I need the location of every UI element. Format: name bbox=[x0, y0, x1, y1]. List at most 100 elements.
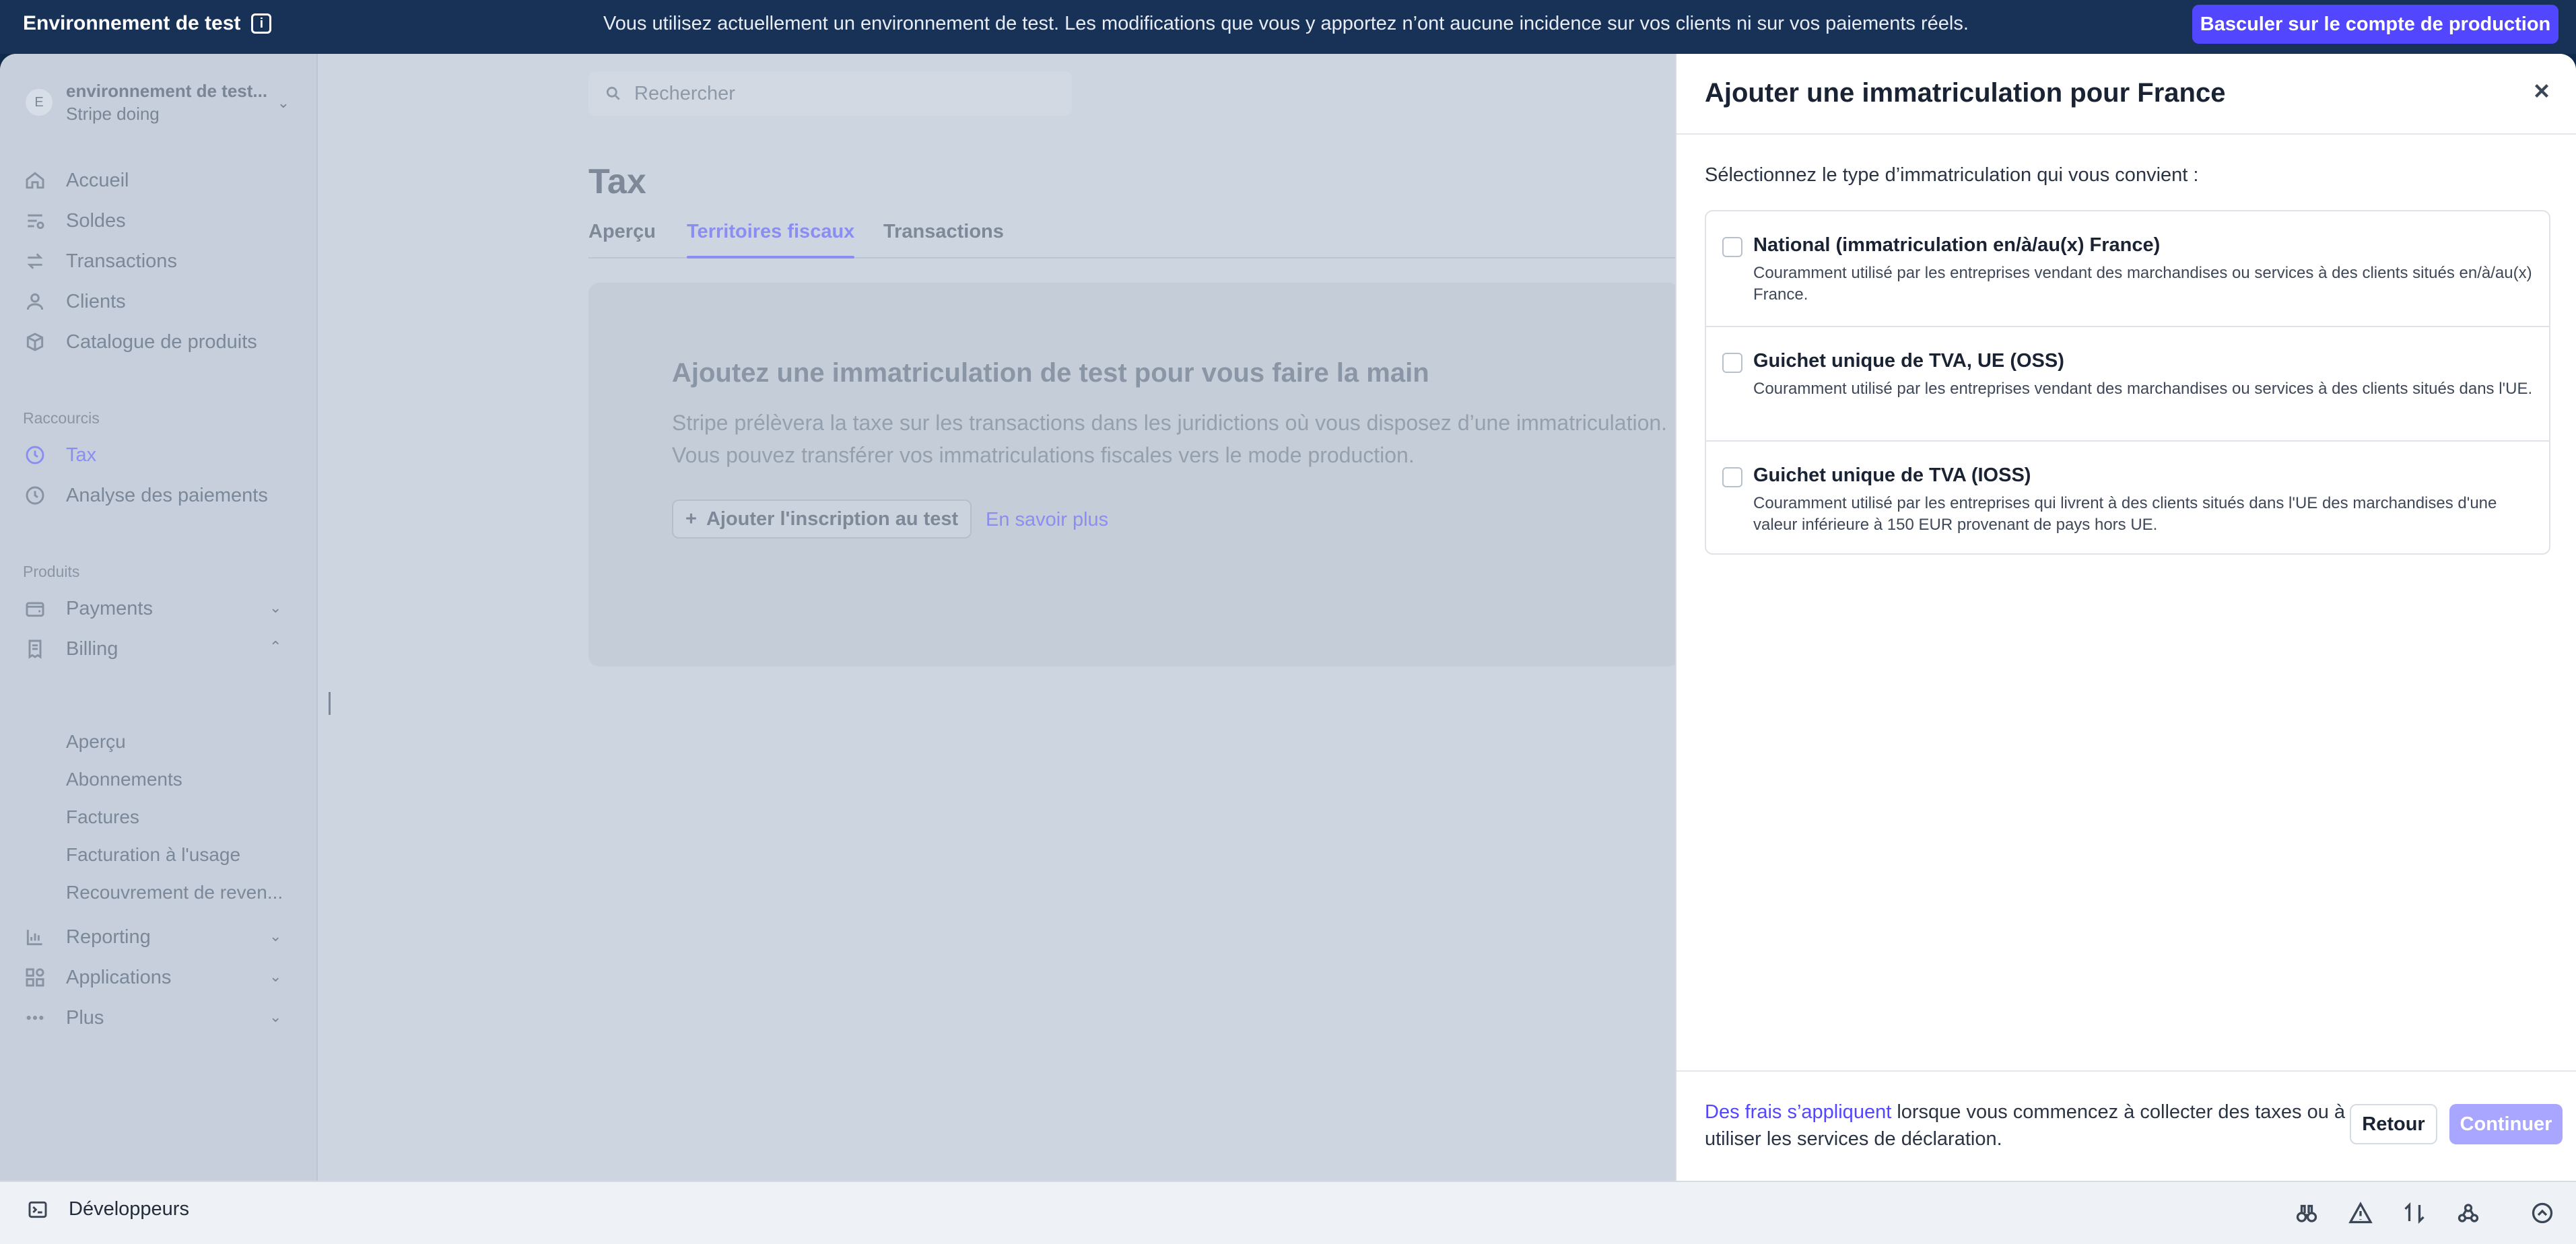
add-test-registration-label: Ajouter l'inscription au test bbox=[706, 508, 959, 530]
developers-label: Développeurs bbox=[69, 1198, 189, 1220]
expand-up-icon[interactable] bbox=[2530, 1201, 2554, 1225]
chevron-up-icon: ⌃ bbox=[269, 638, 282, 655]
sidebar-item-label: Analyse des paiements bbox=[66, 484, 268, 506]
developers-toggle[interactable]: Développeurs bbox=[27, 1198, 189, 1220]
account-subtitle: Stripe doing bbox=[66, 104, 160, 124]
sidebar-item-label: Tax bbox=[66, 444, 97, 466]
registration-type-options: National (immatriculation en/à/au(x) Fra… bbox=[1705, 210, 2550, 555]
sidebar-item-label: Applications bbox=[66, 966, 172, 988]
tab-apercu[interactable]: Aperçu bbox=[588, 221, 656, 243]
box-icon bbox=[23, 330, 47, 354]
drawer-title: Ajouter une immatriculation pour France bbox=[1705, 78, 2226, 108]
billing-sub-facturation-usage[interactable]: Facturation à l'usage bbox=[66, 844, 240, 866]
person-icon bbox=[23, 289, 47, 314]
terminal-icon bbox=[28, 1201, 47, 1218]
sidebar: E environnement de test... Stripe doing … bbox=[0, 54, 318, 1181]
apps-icon bbox=[23, 965, 47, 990]
search-icon bbox=[606, 86, 620, 100]
sidebar-item-applications[interactable]: Applications bbox=[23, 963, 171, 992]
tab-bar: Aperçu Territoires fiscaux Transactions bbox=[588, 221, 1679, 258]
clock-icon bbox=[23, 483, 47, 508]
sidebar-item-label: Accueil bbox=[66, 169, 129, 191]
chevron-down-icon: ⌄ bbox=[269, 928, 282, 944]
continue-button[interactable]: Continuer bbox=[2449, 1104, 2563, 1144]
sidebar-item-accueil[interactable]: Accueil bbox=[23, 166, 129, 195]
env-label: Environnement de test i bbox=[23, 0, 272, 47]
billing-sub-factures[interactable]: Factures bbox=[66, 806, 139, 828]
app-frame: E environnement de test... Stripe doing … bbox=[0, 54, 2576, 1244]
option-description: Couramment utilisé par les entreprises v… bbox=[1753, 264, 2532, 304]
env-label-text: Environnement de test bbox=[23, 12, 241, 34]
add-registration-drawer: Ajouter une immatriculation pour France … bbox=[1675, 54, 2576, 1181]
option-oss[interactable]: Guichet unique de TVA, UE (OSS) Couramme… bbox=[1706, 326, 2549, 440]
tab-transactions[interactable]: Transactions bbox=[883, 221, 1004, 243]
warning-icon[interactable] bbox=[2348, 1201, 2373, 1225]
sidebar-item-payments[interactable]: Payments bbox=[23, 594, 153, 623]
section-label-raccourcis: Raccourcis bbox=[23, 409, 100, 427]
section-label-produits: Produits bbox=[23, 563, 80, 580]
switch-to-production-button[interactable]: Basculer sur le compte de production bbox=[2192, 5, 2558, 44]
sidebar-item-label: Soldes bbox=[66, 209, 126, 232]
checkbox[interactable] bbox=[1722, 467, 1742, 487]
sidebar-item-label: Reporting bbox=[66, 926, 151, 948]
main-content: Rechercher Tax Aperçu Territoires fiscau… bbox=[318, 54, 1679, 1181]
sidebar-item-label: Billing bbox=[66, 637, 118, 660]
sidebar-item-label: Clients bbox=[66, 290, 126, 312]
chevron-down-icon: ⌄ bbox=[269, 599, 282, 616]
sort-arrows-icon[interactable] bbox=[2402, 1201, 2427, 1225]
clock-icon bbox=[23, 443, 47, 467]
billing-sub-recouvrement[interactable]: Recouvrement de reven... bbox=[66, 882, 283, 903]
checkbox[interactable] bbox=[1722, 353, 1742, 373]
sidebar-item-tax[interactable]: Tax bbox=[23, 440, 96, 470]
empty-state-card: Ajoutez une immatriculation de test pour… bbox=[588, 283, 1679, 666]
chevron-down-icon: ⌄ bbox=[269, 968, 282, 985]
add-test-registration-button[interactable]: + Ajouter l'inscription au test bbox=[672, 499, 972, 539]
drawer-header: Ajouter une immatriculation pour France bbox=[1676, 54, 2576, 135]
close-button[interactable] bbox=[2530, 79, 2557, 106]
sidebar-item-label: Transactions bbox=[66, 250, 177, 272]
billing-sub-apercu[interactable]: Aperçu bbox=[66, 731, 126, 753]
sidebar-item-label: Catalogue de produits bbox=[66, 331, 257, 353]
sidebar-item-soldes[interactable]: Soldes bbox=[23, 206, 126, 236]
fees-link[interactable]: Des frais s’appliquent bbox=[1705, 1101, 1891, 1123]
banner-message: Vous utilisez actuellement un environnem… bbox=[603, 12, 1969, 34]
sidebar-item-analyse-paiements[interactable]: Analyse des paiements bbox=[23, 481, 268, 510]
empty-state-heading: Ajoutez une immatriculation de test pour… bbox=[672, 358, 1429, 388]
webhook-icon[interactable] bbox=[2456, 1201, 2480, 1225]
drawer-footer: Des frais s’appliquent lorsque vous comm… bbox=[1676, 1070, 2576, 1181]
sidebar-item-label: Payments bbox=[66, 597, 153, 619]
chevron-down-icon: ⌄ bbox=[269, 1008, 282, 1025]
option-national[interactable]: National (immatriculation en/à/au(x) Fra… bbox=[1706, 211, 2549, 326]
checkbox[interactable] bbox=[1722, 237, 1742, 257]
back-button[interactable]: Retour bbox=[2350, 1104, 2437, 1144]
option-ioss[interactable]: Guichet unique de TVA (IOSS) Couramment … bbox=[1706, 440, 2549, 555]
chevron-down-icon: ⌄ bbox=[277, 94, 290, 111]
learn-more-link[interactable]: En savoir plus bbox=[986, 509, 1108, 531]
binoculars-icon[interactable] bbox=[2295, 1201, 2319, 1225]
test-environment-banner: Environnement de test i Vous utilisez ac… bbox=[0, 0, 2576, 54]
option-title: National (immatriculation en/à/au(x) Fra… bbox=[1753, 234, 2161, 256]
billing-sub-abonnements[interactable]: Abonnements bbox=[66, 769, 182, 790]
info-glyph: i bbox=[259, 15, 264, 31]
account-switcher[interactable]: E environnement de test... Stripe doing … bbox=[20, 74, 296, 128]
transactions-icon bbox=[23, 249, 47, 273]
sidebar-item-reporting[interactable]: Reporting bbox=[23, 922, 151, 952]
account-name: environnement de test... bbox=[66, 81, 268, 101]
info-icon[interactable]: i bbox=[251, 13, 272, 34]
fees-note: Des frais s’appliquent lorsque vous comm… bbox=[1705, 1099, 2351, 1152]
account-avatar: E bbox=[26, 89, 53, 116]
sidebar-item-catalogue[interactable]: Catalogue de produits bbox=[23, 327, 257, 357]
more-icon bbox=[23, 1006, 47, 1030]
sidebar-item-transactions[interactable]: Transactions bbox=[23, 246, 177, 276]
sidebar-item-label: Plus bbox=[66, 1006, 104, 1029]
wallet-icon bbox=[23, 596, 47, 621]
empty-state-body: Stripe prélèvera la taxe sur les transac… bbox=[672, 411, 1668, 467]
sidebar-item-billing[interactable]: Billing bbox=[23, 634, 118, 664]
search-input[interactable]: Rechercher bbox=[588, 71, 1072, 116]
sidebar-item-plus[interactable]: Plus bbox=[23, 1003, 104, 1033]
sidebar-item-clients[interactable]: Clients bbox=[23, 287, 126, 316]
balance-icon bbox=[23, 209, 47, 233]
tab-territoires-fiscaux[interactable]: Territoires fiscaux bbox=[687, 221, 855, 258]
plus-icon: + bbox=[685, 508, 697, 530]
drawer-prompt: Sélectionnez le type d’immatriculation q… bbox=[1705, 164, 2199, 186]
